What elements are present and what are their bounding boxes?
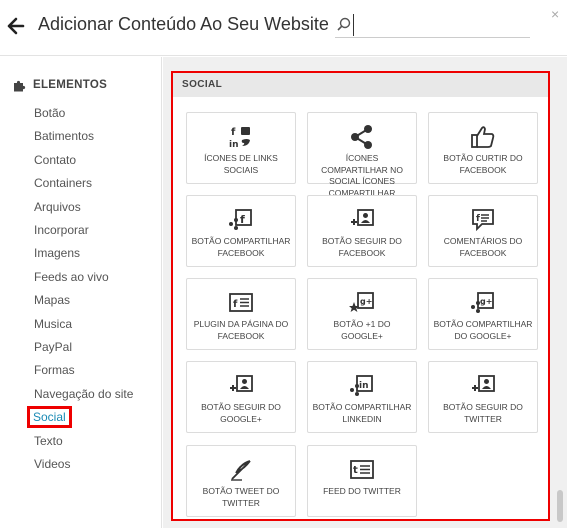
sidebar-item-feeds-ao-vivo[interactable]: Feeds ao vivo [34, 270, 109, 284]
sidebar-item-incorporar[interactable]: Incorporar [34, 223, 89, 237]
dialog-header: Adicionar Conteúdo Ao Seu Website × [0, 0, 567, 56]
sidebar-item-botao[interactable]: Botão [34, 106, 65, 120]
sidebar-item-containers[interactable]: Containers [34, 176, 92, 190]
sidebar-heading: ELEMENTOS [13, 77, 107, 93]
sidebar-item-paypal[interactable]: PayPal [34, 340, 72, 354]
sidebar-item-mapas[interactable]: Mapas [34, 293, 70, 307]
highlight-box [171, 71, 550, 521]
sidebar-item-batimentos[interactable]: Batimentos [34, 129, 94, 143]
sidebar-item-texto[interactable]: Texto [34, 434, 63, 448]
sidebar-heading-label: ELEMENTOS [33, 79, 108, 91]
back-arrow-icon[interactable] [7, 16, 25, 36]
sidebar-item-imagens[interactable]: Imagens [34, 246, 80, 260]
sidebar-item-videos[interactable]: Videos [34, 457, 70, 471]
close-icon[interactable]: × [551, 6, 559, 22]
sidebar-item-formas[interactable]: Formas [34, 363, 75, 377]
search-box[interactable] [335, 12, 530, 38]
sidebar-item-contato[interactable]: Contato [34, 153, 76, 167]
search-input[interactable] [353, 14, 525, 36]
puzzle-icon [14, 80, 26, 91]
sidebar-item-arquivos[interactable]: Arquivos [34, 200, 81, 214]
sidebar: ELEMENTOS Botão Batimentos Contato Containe… [0, 57, 162, 528]
sidebar-item-navegacao-do-site[interactable]: Navegação do site [34, 387, 133, 401]
scrollbar[interactable] [557, 490, 563, 522]
sidebar-item-musica[interactable]: Musica [34, 317, 72, 331]
search-icon [337, 17, 351, 31]
page-title: Adicionar Conteúdo Ao Seu Website [38, 14, 329, 34]
sidebar-item-social[interactable]: Social [27, 406, 72, 428]
